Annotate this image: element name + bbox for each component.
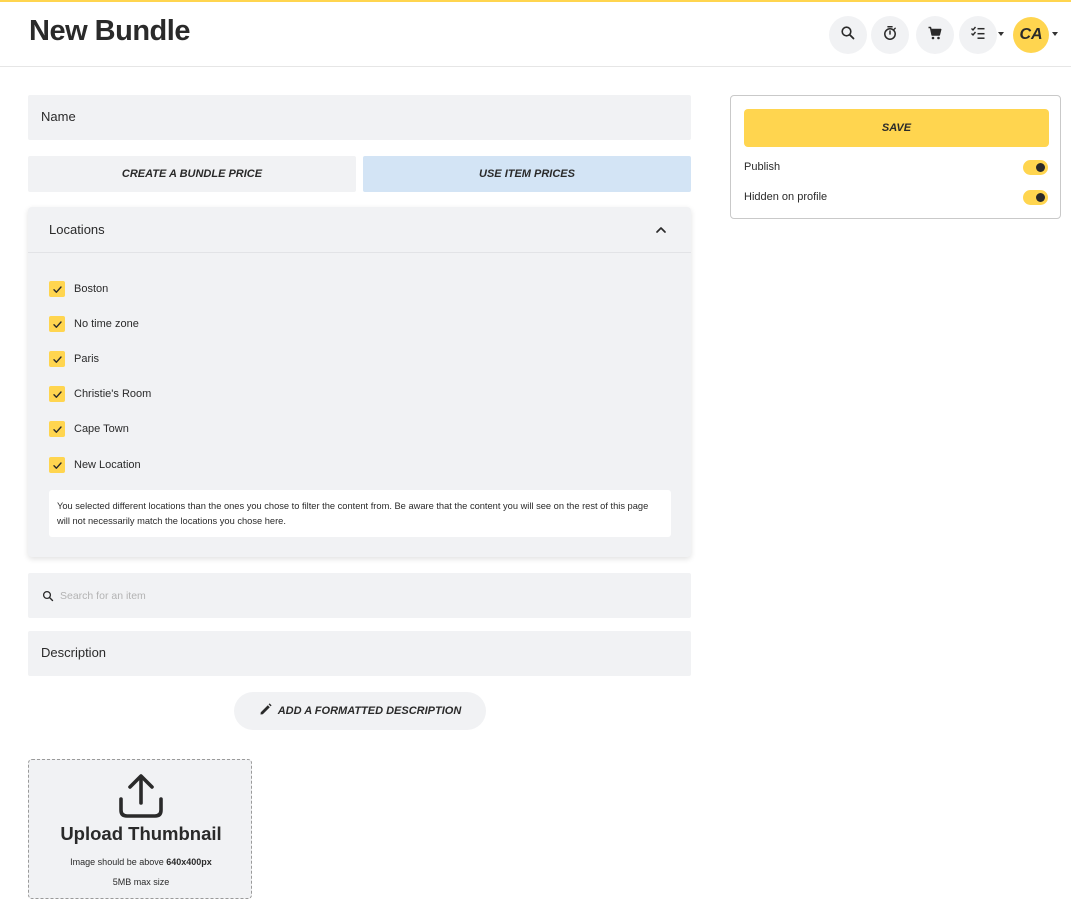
location-checkbox-boston[interactable]: Boston — [49, 280, 108, 298]
checkbox-checked-icon[interactable] — [49, 457, 65, 473]
name-field[interactable]: Name — [28, 95, 691, 140]
timer-icon — [882, 25, 898, 46]
page-header: New Bundle CA — [0, 2, 1071, 67]
add-formatted-description-label: ADD A FORMATTED DESCRIPTION — [277, 705, 462, 717]
pencil-icon — [259, 703, 278, 719]
description-field-label: Description — [41, 645, 107, 660]
search-button[interactable] — [829, 16, 867, 54]
chevron-up-icon[interactable] — [654, 223, 668, 237]
upload-size-requirement: Image should be above 640x400px — [29, 857, 253, 867]
save-button[interactable]: SAVE — [744, 109, 1049, 147]
location-label: New Location — [74, 459, 141, 471]
upload-note-prefix: Image should be above — [70, 857, 164, 867]
location-checkbox-christies-room[interactable]: Christie's Room — [49, 385, 151, 403]
use-item-prices-button[interactable]: USE ITEM PRICES — [363, 156, 691, 192]
location-checkbox-new-location[interactable]: New Location — [49, 456, 141, 474]
publish-row: Publish — [744, 159, 1049, 177]
location-checkbox-paris[interactable]: Paris — [49, 350, 99, 368]
cart-button[interactable] — [916, 16, 954, 54]
search-icon — [840, 25, 856, 46]
item-search-field[interactable] — [28, 573, 691, 618]
location-label: Boston — [74, 283, 109, 295]
checklist-dropdown-caret-icon[interactable] — [998, 32, 1004, 36]
checkbox-checked-icon[interactable] — [49, 316, 65, 332]
publish-label: Publish — [744, 161, 781, 173]
checklist-button[interactable] — [959, 16, 997, 54]
upload-thumbnail-dropzone[interactable]: Upload Thumbnail Image should be above 6… — [28, 759, 252, 899]
location-label: Cape Town — [74, 423, 129, 435]
location-label: Paris — [74, 353, 100, 365]
item-search-input[interactable] — [60, 585, 660, 607]
upload-max-size: 5MB max size — [112, 877, 170, 887]
locations-warning-message: You selected different locations than th… — [49, 490, 671, 537]
page-title: New Bundle — [29, 15, 190, 47]
checkbox-checked-icon[interactable] — [49, 421, 65, 437]
location-label: No time zone — [74, 318, 139, 330]
checkbox-checked-icon[interactable] — [49, 281, 65, 297]
publish-panel: SAVE Publish Hidden on profile — [730, 95, 1061, 219]
toggle-knob — [1036, 163, 1045, 172]
upload-thumbnail-title: Upload Thumbnail — [60, 823, 222, 844]
name-field-label: Name — [41, 109, 76, 124]
locations-title: Locations — [49, 222, 105, 237]
publish-toggle[interactable] — [1023, 160, 1048, 175]
hidden-on-profile-toggle[interactable] — [1023, 190, 1048, 205]
cart-icon — [927, 25, 943, 46]
checkbox-checked-icon[interactable] — [49, 351, 65, 367]
timer-button[interactable] — [871, 16, 909, 54]
locations-panel: Locations Boston No time zone Paris Chri… — [28, 207, 691, 557]
description-field[interactable]: Description — [28, 631, 691, 676]
avatar[interactable]: CA — [1013, 17, 1049, 53]
upload-icon — [117, 773, 165, 821]
avatar-dropdown-caret-icon[interactable] — [1052, 32, 1058, 36]
upload-note-size: 640x400px — [166, 857, 212, 867]
create-bundle-price-button[interactable]: CREATE A BUNDLE PRICE — [28, 156, 356, 192]
toggle-knob — [1036, 193, 1045, 202]
add-formatted-description-button[interactable]: ADD A FORMATTED DESCRIPTION — [234, 692, 486, 730]
checkbox-checked-icon[interactable] — [49, 386, 65, 402]
checklist-icon — [970, 25, 986, 46]
location-checkbox-cape-town[interactable]: Cape Town — [49, 420, 129, 438]
locations-header[interactable]: Locations — [28, 207, 691, 253]
hidden-on-profile-label: Hidden on profile — [744, 191, 828, 203]
location-checkbox-no-time-zone[interactable]: No time zone — [49, 315, 139, 333]
location-label: Christie's Room — [74, 388, 152, 400]
hidden-on-profile-row: Hidden on profile — [744, 189, 1049, 207]
